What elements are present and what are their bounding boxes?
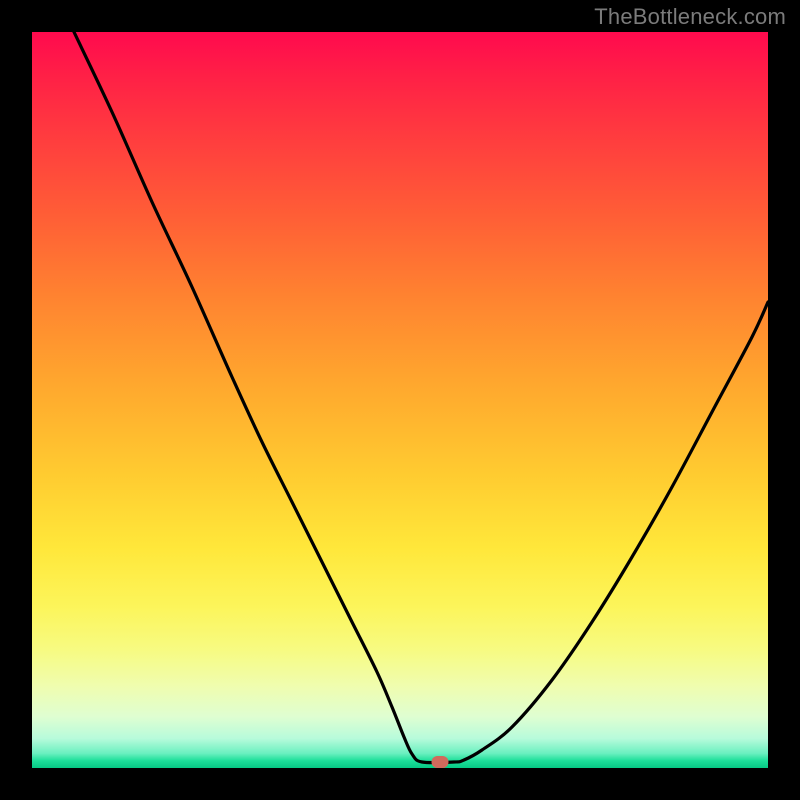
optimum-marker <box>432 756 449 768</box>
plot-area <box>32 32 768 768</box>
bottleneck-curve <box>32 32 768 768</box>
watermark-text: TheBottleneck.com <box>594 4 786 30</box>
chart-frame: TheBottleneck.com <box>0 0 800 800</box>
